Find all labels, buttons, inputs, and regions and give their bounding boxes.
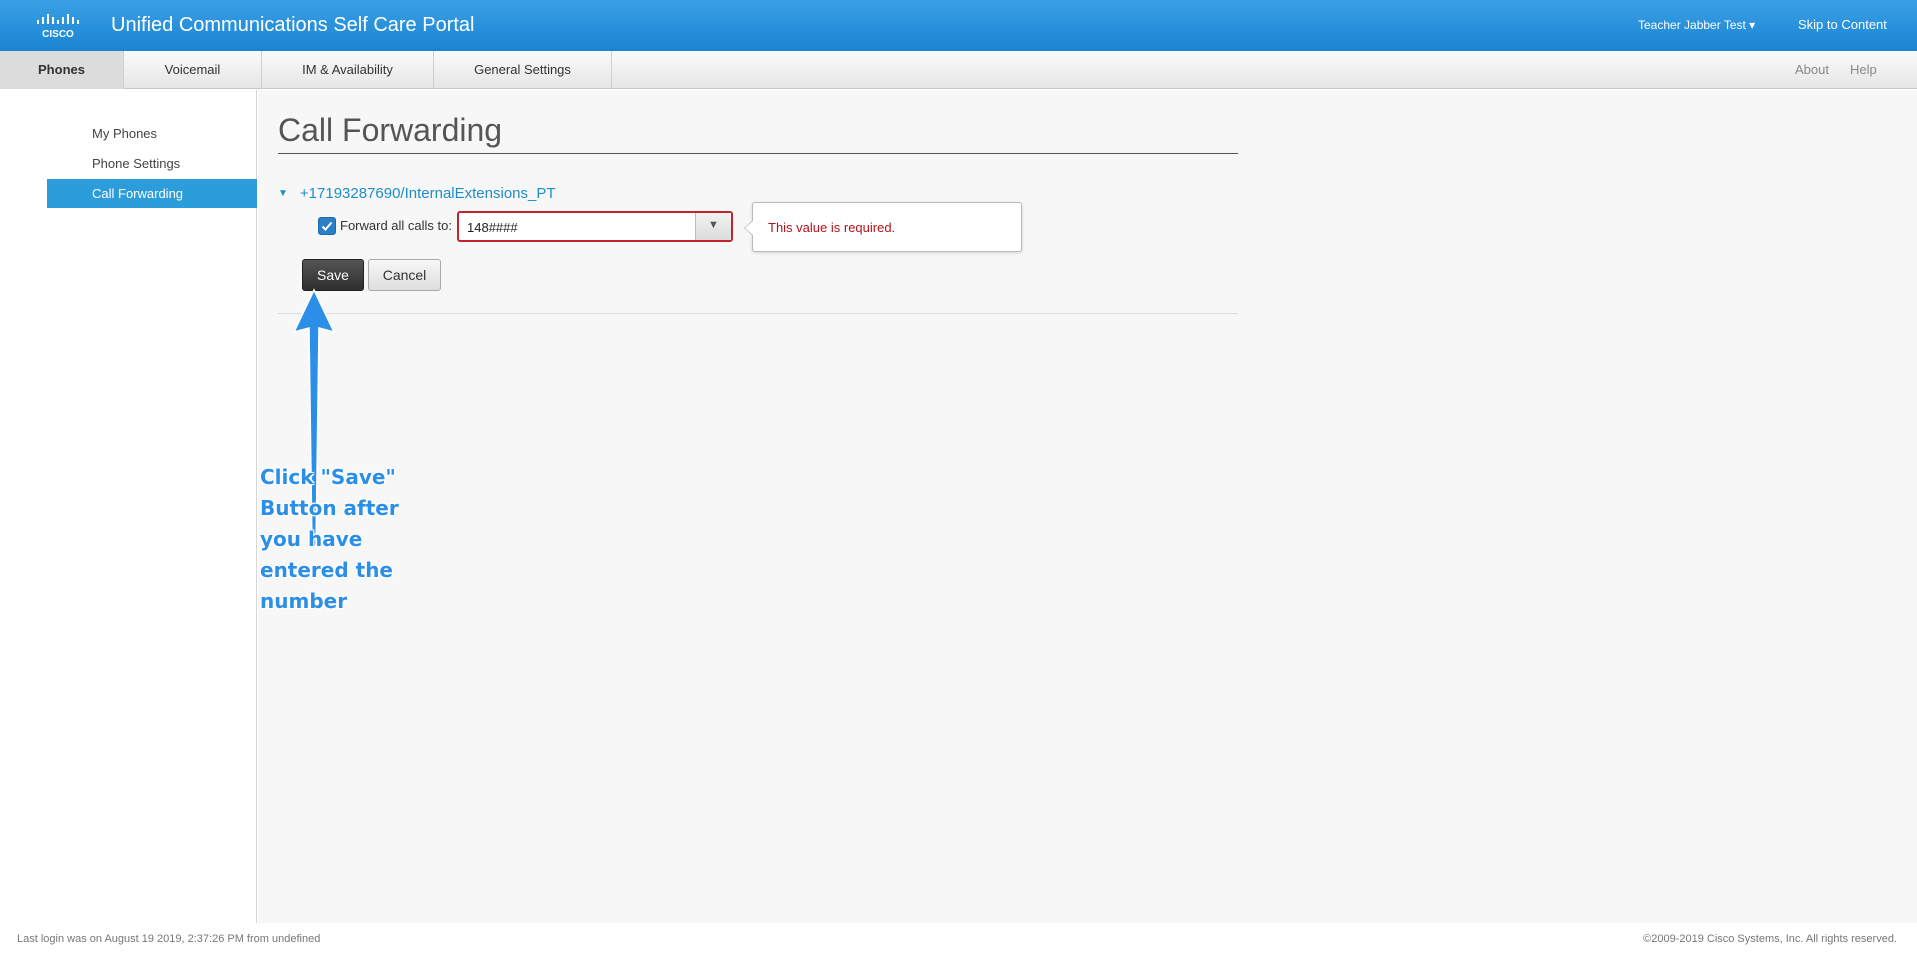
line-section-toggle[interactable]: ▼ +17193287690/InternalExtensions_PT <box>278 185 556 202</box>
logo-text: CISCO <box>42 29 74 40</box>
dropdown-toggle-button[interactable]: ▼ <box>695 213 731 240</box>
section-divider <box>278 313 1238 314</box>
sidebar-item-my-phones[interactable]: My Phones <box>47 119 257 148</box>
checkmark-icon <box>321 221 333 231</box>
tab-phones[interactable]: Phones <box>0 51 124 89</box>
cisco-logo: CISCO <box>36 12 84 40</box>
skip-to-content-link[interactable]: Skip to Content <box>1798 17 1887 32</box>
footer: Last login was on August 19 2019, 2:37:2… <box>0 923 1917 970</box>
top-header: CISCO Unified Communications Self Care P… <box>0 0 1917 51</box>
main-nav: Phones Voicemail IM & Availability Gener… <box>0 51 1917 89</box>
sidebar-item-call-forwarding[interactable]: Call Forwarding <box>47 179 257 208</box>
validation-tooltip: This value is required. <box>744 202 1022 252</box>
annotation-text: Click "Save" Button after you have enter… <box>260 465 399 613</box>
copyright-text: ©2009-2019 Cisco Systems, Inc. All right… <box>1643 933 1897 945</box>
line-number: +17193287690/InternalExtensions_PT <box>299 185 556 202</box>
caret-down-icon: ▼ <box>278 188 288 199</box>
triangle-down-icon: ▼ <box>708 219 719 231</box>
forward-destination-input[interactable] <box>467 218 687 236</box>
about-link[interactable]: About <box>1795 51 1829 89</box>
user-menu[interactable]: Teacher Jabber Test ▾ <box>1638 18 1755 32</box>
page-title: Call Forwarding <box>278 112 503 148</box>
cancel-button[interactable]: Cancel <box>368 259 441 291</box>
title-divider <box>278 153 1238 154</box>
help-link[interactable]: Help <box>1850 51 1877 89</box>
tab-im-availability[interactable]: IM & Availability <box>262 51 434 89</box>
last-login-text: Last login was on August 19 2019, 2:37:2… <box>17 933 321 945</box>
tab-general-settings[interactable]: General Settings <box>434 51 612 89</box>
forward-destination-combobox[interactable]: ▼ <box>457 211 733 242</box>
sidebar-item-phone-settings[interactable]: Phone Settings <box>47 149 257 178</box>
sidebar: My Phones Phone Settings Call Forwarding <box>0 90 257 923</box>
validation-message: This value is required. <box>768 220 896 235</box>
forward-all-label: Forward all calls to: <box>340 218 452 233</box>
tab-voicemail[interactable]: Voicemail <box>124 51 262 89</box>
save-button[interactable]: Save <box>302 259 364 291</box>
forward-all-checkbox[interactable] <box>318 217 336 235</box>
main-content: Call Forwarding ▼ +17193287690/InternalEx… <box>258 90 1917 923</box>
app-title: Unified Communications Self Care Portal <box>111 14 475 36</box>
